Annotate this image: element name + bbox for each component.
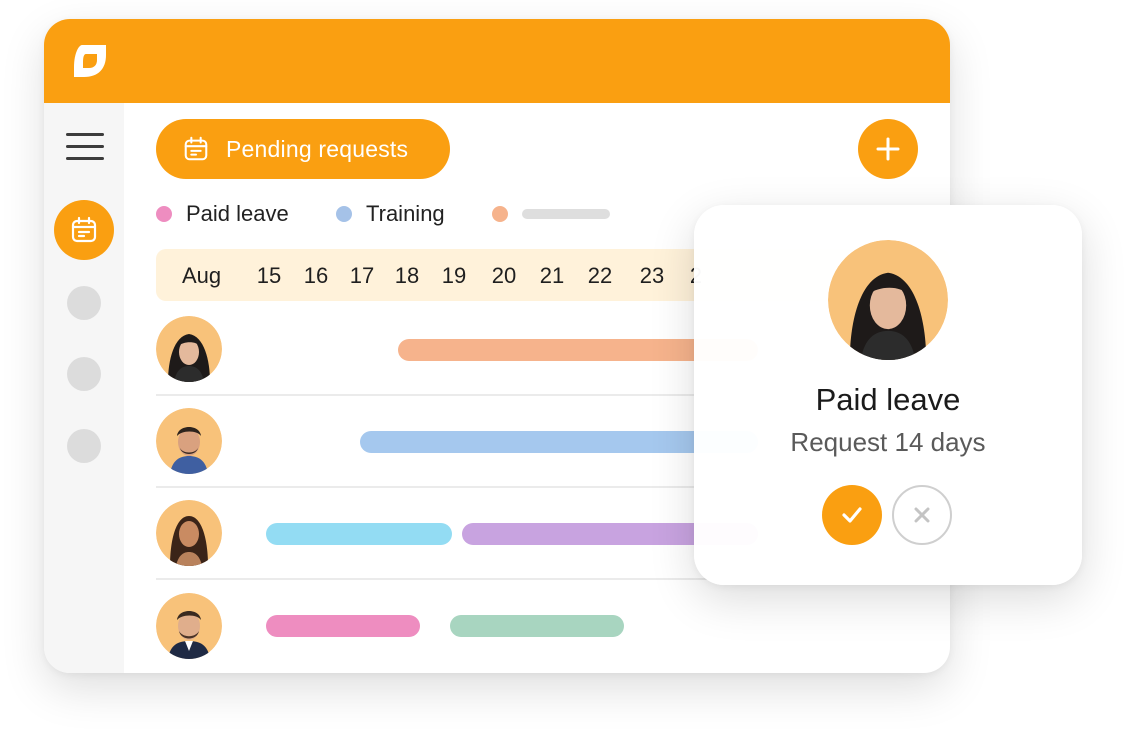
paid-leave-dot	[156, 206, 172, 222]
check-icon	[842, 507, 862, 523]
close-icon	[914, 507, 930, 523]
sidebar-item-2[interactable]	[67, 286, 101, 320]
top-bar	[44, 19, 950, 103]
leave-bar[interactable]	[266, 523, 452, 545]
legend-item-paid-leave: Paid leave	[156, 201, 289, 226]
day-label: 18	[394, 263, 420, 288]
legend-placeholder	[522, 209, 610, 219]
day-label: 19	[441, 263, 467, 288]
add-button[interactable]	[858, 119, 918, 179]
training-dot	[336, 206, 352, 222]
day-label: 20	[491, 263, 517, 288]
legend-label: Paid leave	[186, 201, 289, 226]
avatar[interactable]	[156, 408, 222, 474]
sidebar	[44, 103, 124, 673]
avatar[interactable]	[156, 500, 222, 566]
leave-bar[interactable]	[450, 615, 624, 637]
sidebar-item-4[interactable]	[67, 429, 101, 463]
avatar[interactable]	[156, 316, 222, 382]
pending-requests-label: Pending requests	[226, 135, 409, 162]
popup-subtitle: Request 14 days	[790, 427, 986, 457]
day-label: 16	[303, 263, 329, 288]
day-label: 17	[349, 263, 375, 288]
day-label: 21	[539, 263, 565, 288]
request-popup: Paid leave Request 14 days	[694, 205, 1082, 585]
logo-icon[interactable]	[70, 41, 110, 81]
popup-title: Paid leave	[815, 382, 961, 417]
avatar[interactable]	[156, 593, 222, 659]
day-label: 22	[587, 263, 613, 288]
menu-icon[interactable]	[66, 133, 104, 161]
legend-label: Training	[366, 201, 445, 226]
leave-bar[interactable]	[266, 615, 420, 637]
approve-button[interactable]	[822, 485, 882, 545]
legend-item-3	[492, 202, 610, 226]
pending-requests-button[interactable]: Pending requests	[156, 119, 450, 179]
legend-item-training: Training	[336, 201, 445, 226]
sidebar-item-3[interactable]	[67, 357, 101, 391]
sidebar-item-calendar[interactable]	[54, 200, 114, 260]
reject-button[interactable]	[892, 485, 952, 545]
calendar-icon	[71, 216, 97, 243]
calendar-icon	[184, 136, 208, 161]
avatar	[828, 240, 948, 360]
plus-icon	[876, 137, 900, 161]
day-label: 15	[256, 263, 282, 288]
legend-dot	[492, 206, 508, 222]
day-label: 23	[639, 263, 665, 288]
month-label: Aug	[182, 263, 222, 288]
